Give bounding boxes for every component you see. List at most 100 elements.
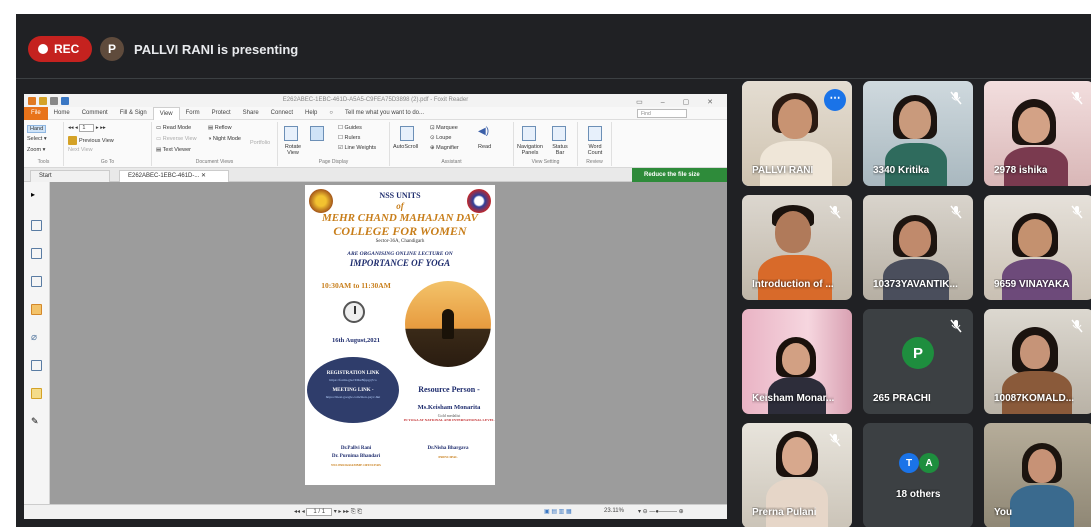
tab-comment[interactable]: Comment xyxy=(76,110,114,116)
loupe-button[interactable]: ⊙ Loupe xyxy=(430,135,451,141)
participant-tile[interactable]: ⋯ PALLVI RANI xyxy=(742,81,852,186)
tab-help[interactable]: Help xyxy=(299,110,323,116)
participant-tile[interactable]: 9659 VINAYAKA xyxy=(984,195,1091,300)
reader-status-bar: ◂◂ ◂ 1 / 1 ▾ ▸ ▸▸ ⎘ ⎗ ▣ ▤ ▥ ▦ 23.11% ▾ ⊖… xyxy=(24,504,727,519)
guides-checkbox[interactable]: ☐ Guides xyxy=(338,125,362,131)
zoom-level[interactable]: 23.11% xyxy=(604,508,624,514)
reflow-label: Reflow xyxy=(214,125,232,131)
participant-name: 2978 ishika xyxy=(994,165,1048,176)
next-view-button[interactable]: Next View xyxy=(68,147,93,153)
close-tab-icon[interactable]: ✕ xyxy=(201,173,206,179)
portfolio-button[interactable]: Portfolio xyxy=(250,140,270,146)
rotate-view-button[interactable]: Rotate View xyxy=(281,144,305,156)
tab-form[interactable]: Form xyxy=(180,110,206,116)
bookmark-icon[interactable] xyxy=(31,220,42,231)
tab-protect[interactable]: Protect xyxy=(206,110,237,116)
resource-person-title: Resource Person - xyxy=(418,385,480,394)
layers-icon[interactable] xyxy=(31,276,42,287)
tab-connect[interactable]: Connect xyxy=(265,110,299,116)
participant-tile[interactable]: Prerna Pulani xyxy=(742,423,852,527)
read-icon: ◀) xyxy=(478,126,490,137)
meeting-title: MEETING LINK - xyxy=(332,388,374,393)
zoom-button[interactable]: Zoom ▾ xyxy=(27,147,45,153)
find-input[interactable]: Find xyxy=(637,108,687,118)
reverse-view-button[interactable]: ▭ Reverse View xyxy=(156,136,197,142)
clothes xyxy=(766,479,828,527)
guides-label: Guides xyxy=(344,125,362,131)
others-tile[interactable]: T A 18 others xyxy=(863,423,973,527)
ribbon-tabs: File Home Comment Fill & Sign View Form … xyxy=(24,106,727,120)
comments-icon[interactable] xyxy=(31,304,42,315)
line-weights-checkbox[interactable]: ☑ Line Weights xyxy=(338,145,376,151)
document-viewer[interactable]: NSS UNITS of MEHR CHAND MAHAJAN DAV COLL… xyxy=(50,182,727,504)
shared-screen: E262ABEC-1EBC-461D-A5A5-C9FEA75D3898 (2)… xyxy=(24,94,727,519)
signature-icon[interactable]: ✎ xyxy=(31,416,42,427)
zoom-slider[interactable]: ▾ ⊖ —●——— ⊕ xyxy=(638,508,684,515)
tab-view[interactable]: View xyxy=(152,106,180,120)
autoscroll-button[interactable]: AutoScroll xyxy=(393,144,418,150)
tab-fill-sign[interactable]: Fill & Sign xyxy=(114,110,153,116)
clothes xyxy=(1010,485,1074,527)
night-mode-button[interactable]: ◑ Night Mode xyxy=(208,136,241,142)
reduce-file-size-button[interactable]: Reduce the file size xyxy=(632,168,727,182)
page-navigation[interactable]: ◂◂ ◂ 1 / 1 ▾ ▸ ▸▸ ⎘ ⎗ xyxy=(294,508,362,516)
content-icon[interactable] xyxy=(31,360,42,371)
record-dot-icon xyxy=(38,44,48,54)
expand-panel-icon[interactable]: ▸ xyxy=(31,190,42,201)
tab-home[interactable]: Home xyxy=(48,110,76,116)
print-icon[interactable] xyxy=(50,97,58,105)
attachment-icon[interactable]: ⌀ xyxy=(31,332,42,343)
presenting-text: PALLVI RANI is presenting xyxy=(134,41,299,57)
participant-tile[interactable]: 10087KOMALD... xyxy=(984,309,1091,414)
recording-badge: REC xyxy=(28,36,92,62)
status-page-indicator[interactable]: 1 / 1 xyxy=(306,508,333,516)
save-icon[interactable] xyxy=(61,97,69,105)
hand-button[interactable]: Hand xyxy=(27,125,47,133)
tab-share[interactable]: Share xyxy=(237,110,265,116)
tell-me-box[interactable]: Tell me what you want to do... xyxy=(339,110,430,116)
open-icon[interactable] xyxy=(39,97,47,105)
previous-view-button[interactable]: Previous View xyxy=(68,136,114,145)
participant-name: 3340 Kritika xyxy=(873,165,930,176)
quick-access-toolbar[interactable] xyxy=(28,97,69,105)
pages-icon[interactable] xyxy=(31,248,42,259)
participant-tile[interactable]: P 265 PRACHI xyxy=(863,309,973,414)
reflow-button[interactable]: ▤ Reflow xyxy=(208,125,232,131)
navigation-panels-button[interactable]: Navigation Panels xyxy=(516,144,544,156)
page-display-group: Rotate View ☐ Guides ☐ Rulers ☑ Line Wei… xyxy=(278,122,390,166)
document-views-group: ▭ Read Mode ▭ Reverse View ▤ Text Viewer… xyxy=(152,122,278,166)
marquee-button[interactable]: ⊡ Marquee xyxy=(430,125,458,131)
lock-icon[interactable] xyxy=(31,388,42,399)
registration-title: REGISTRATION LINK xyxy=(326,371,380,376)
page-nav[interactable]: ◂◂ ◂ 1 ▸ ▸▸ xyxy=(68,124,106,132)
participant-avatar-t: T xyxy=(899,453,919,473)
tab-start[interactable]: Start xyxy=(30,170,110,182)
read-label: Read xyxy=(478,144,492,150)
layout-buttons[interactable]: ▣ ▤ ▥ ▦ xyxy=(544,508,572,515)
signatory-right: Dr.Nisha Bhargava PRINCIPAL xyxy=(405,445,491,461)
select-label: Select xyxy=(27,136,43,142)
status-bar-button[interactable]: Status Bar xyxy=(548,144,572,156)
participant-tile[interactable]: 2978 ishika xyxy=(984,81,1091,186)
select-button[interactable]: Select ▾ xyxy=(27,136,47,142)
marquee-label: Marquee xyxy=(436,125,458,131)
more-options-icon[interactable]: ⋯ xyxy=(824,89,846,111)
participant-name: You xyxy=(994,507,1013,518)
participant-tile[interactable]: 3340 Kritika xyxy=(863,81,973,186)
read-mode-button[interactable]: ▭ Read Mode xyxy=(156,125,191,131)
participant-tile[interactable]: 10373YAVANTIK... xyxy=(863,195,973,300)
navigation-panels-label: Navigation Panels xyxy=(517,144,543,156)
text-viewer-button[interactable]: ▤ Text Viewer xyxy=(156,147,191,153)
tab-document[interactable]: E262ABEC-1EBC-461D-... ✕ xyxy=(119,170,229,182)
participant-name: Prerna Pulani xyxy=(752,507,817,518)
self-tile[interactable]: You xyxy=(984,423,1091,527)
word-count-button[interactable]: Word Count xyxy=(582,144,608,156)
read-button[interactable]: Read xyxy=(478,144,491,150)
participant-tile[interactable]: Introduction of ... xyxy=(742,195,852,300)
single-page-icon[interactable] xyxy=(310,126,324,141)
tab-file[interactable]: File xyxy=(24,106,48,120)
magnifier-button[interactable]: ⊕ Magnifier xyxy=(430,145,459,151)
rulers-checkbox[interactable]: ☐ Rulers xyxy=(338,135,360,141)
page-number-input[interactable]: 1 xyxy=(79,124,95,132)
participant-tile[interactable]: Keisham Monar... xyxy=(742,309,852,414)
